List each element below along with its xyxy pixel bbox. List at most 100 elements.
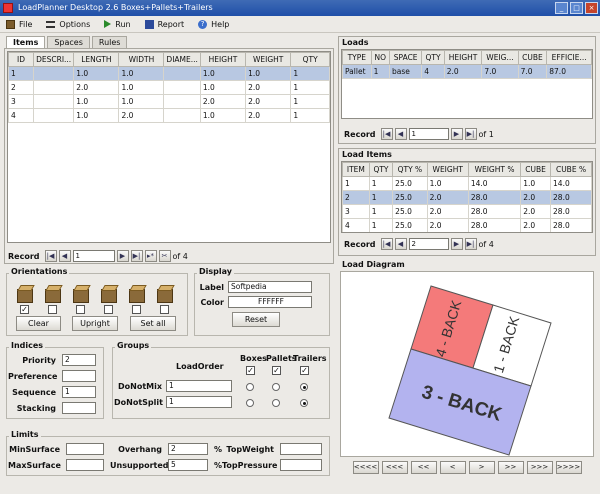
orientation-checkbox-1[interactable]: ✓ (20, 305, 29, 314)
table-cell[interactable]: 1 (290, 108, 330, 123)
donotsplit-pallets-radio[interactable] (272, 399, 280, 407)
column-header[interactable]: TYPE (342, 50, 372, 65)
table-cell[interactable]: 1.0 (199, 80, 247, 95)
table-cell[interactable] (163, 80, 201, 95)
table-cell[interactable]: 2.0 (520, 204, 552, 219)
column-header[interactable]: EFFICIE... (546, 50, 592, 65)
diagram-nav-fwd2[interactable]: >> (497, 461, 524, 474)
next-record-button[interactable]: ▶ (450, 128, 463, 140)
table-cell[interactable]: 2.0 (426, 190, 469, 205)
table-row[interactable]: 4 1 25.0 2.0 28.0 2.0 28.0 (342, 218, 592, 232)
record-number-input[interactable]: 2 (408, 238, 449, 250)
table-cell[interactable]: 4 (342, 218, 370, 232)
table-cell[interactable]: 2.0 (245, 108, 292, 123)
table-cell[interactable]: base (389, 64, 423, 79)
orientation-checkbox-2[interactable] (48, 305, 57, 314)
table-cell[interactable] (163, 108, 201, 123)
column-header[interactable]: CUBE % (550, 162, 592, 177)
table-cell[interactable]: 7.0 (481, 64, 519, 79)
table-cell[interactable]: 14.0 (550, 176, 592, 191)
table-cell[interactable]: 1.0 (426, 176, 469, 191)
table-cell[interactable] (163, 94, 201, 109)
table-cell[interactable]: 25.0 (392, 218, 428, 232)
column-header[interactable]: CUBE (520, 162, 552, 177)
overhang-input[interactable]: 2 (168, 443, 208, 455)
donotsplit-boxes-radio[interactable] (246, 399, 254, 407)
orientation-checkbox-3[interactable] (76, 305, 85, 314)
menu-run[interactable]: Run (104, 20, 131, 29)
table-cell[interactable]: 1.0 (199, 66, 247, 81)
column-header[interactable]: QTY (290, 52, 330, 67)
column-header[interactable]: LENGTH (73, 52, 120, 67)
last-record-button[interactable]: ▶| (464, 128, 477, 140)
diagram-nav-back2[interactable]: << (410, 461, 437, 474)
load-diagram-canvas[interactable]: 4 - BACK 1 - BACK 3 - BACK (340, 271, 594, 457)
donotmix-pallets-radio[interactable] (272, 383, 280, 391)
tab-spaces[interactable]: Spaces (47, 36, 90, 48)
stacking-input[interactable] (62, 402, 96, 414)
loadorder-boxes-checkbox[interactable]: ✓ (246, 366, 255, 375)
table-cell[interactable]: 14.0 (467, 176, 522, 191)
table-cell[interactable]: 1 (290, 80, 330, 95)
unsupported-input[interactable]: 5 (168, 459, 208, 471)
donotmix-input[interactable]: 1 (166, 380, 232, 392)
column-header[interactable]: NO (370, 50, 391, 65)
table-cell[interactable]: 1 (368, 218, 394, 232)
column-header[interactable]: WEIGHT (245, 52, 292, 67)
close-button[interactable]: × (585, 2, 598, 14)
column-header[interactable]: SPACE (389, 50, 423, 65)
table-row[interactable]: 1 1.0 1.0 1.0 1.0 1 (8, 66, 330, 81)
table-cell[interactable]: 2.0 (118, 108, 165, 123)
column-header[interactable]: HEIGHT (199, 52, 247, 67)
column-header[interactable]: DIAME... (163, 52, 201, 67)
table-cell[interactable]: 1 (342, 176, 370, 191)
column-header[interactable]: QTY (421, 50, 445, 65)
table-cell[interactable]: 1 (368, 190, 394, 205)
column-header[interactable]: HEIGHT (443, 50, 483, 65)
table-cell[interactable]: 1.0 (118, 80, 165, 95)
loadorder-pallets-checkbox[interactable]: ✓ (272, 366, 281, 375)
topweight-input[interactable] (280, 443, 322, 455)
table-cell[interactable]: 28.0 (550, 218, 592, 232)
table-cell[interactable]: 25.0 (392, 176, 428, 191)
first-record-button[interactable]: |◀ (44, 250, 57, 262)
diagram-nav-fwd1[interactable]: > (468, 461, 495, 474)
table-cell[interactable]: 1 (290, 94, 330, 109)
next-record-button[interactable]: ▶ (450, 238, 463, 250)
table-cell[interactable]: 2.0 (426, 204, 469, 219)
maxsurface-input[interactable] (66, 459, 104, 471)
label-input[interactable]: Softpedia (228, 281, 312, 293)
orientation-box-icon[interactable] (14, 283, 36, 305)
diagram-nav-last[interactable]: >>>> (555, 461, 582, 474)
table-cell[interactable]: 4 (421, 64, 445, 79)
diagram-nav-back1[interactable]: < (439, 461, 466, 474)
table-cell[interactable]: 2.0 (520, 190, 552, 205)
minsurface-input[interactable] (66, 443, 104, 455)
sequence-input[interactable]: 1 (62, 386, 96, 398)
menu-report[interactable]: Report (144, 19, 184, 29)
table-row[interactable]: 2 2.0 1.0 1.0 2.0 1 (8, 80, 330, 95)
table-cell[interactable]: 1 (368, 204, 394, 219)
table-cell[interactable]: 2.0 (426, 218, 469, 232)
table-cell[interactable]: 2 (8, 80, 35, 95)
table-cell[interactable]: 1.0 (73, 108, 120, 123)
table-cell[interactable]: 1 (8, 66, 35, 81)
table-cell[interactable]: 25.0 (392, 204, 428, 219)
table-cell[interactable]: 1.0 (520, 176, 552, 191)
table-row[interactable]: 3 1 25.0 2.0 28.0 2.0 28.0 (342, 204, 592, 219)
orientation-box-icon[interactable] (70, 283, 92, 305)
table-cell[interactable]: 2.0 (245, 80, 292, 95)
column-header[interactable]: QTY (368, 162, 394, 177)
table-cell[interactable]: 2.0 (520, 218, 552, 232)
table-cell[interactable]: 4 (8, 108, 35, 123)
table-cell[interactable]: 2.0 (73, 80, 120, 95)
table-cell[interactable]: 87.0 (546, 64, 592, 79)
diagram-nav-first[interactable]: <<<< (352, 461, 379, 474)
orientation-checkbox-5[interactable] (132, 305, 141, 314)
tab-rules[interactable]: Rules (91, 36, 128, 48)
record-number-input[interactable]: 1 (72, 250, 115, 262)
table-cell[interactable] (163, 66, 201, 81)
column-header[interactable]: WEIGHT (426, 162, 469, 177)
table-cell[interactable]: 25.0 (392, 190, 428, 205)
orientation-box-icon[interactable] (154, 283, 176, 305)
